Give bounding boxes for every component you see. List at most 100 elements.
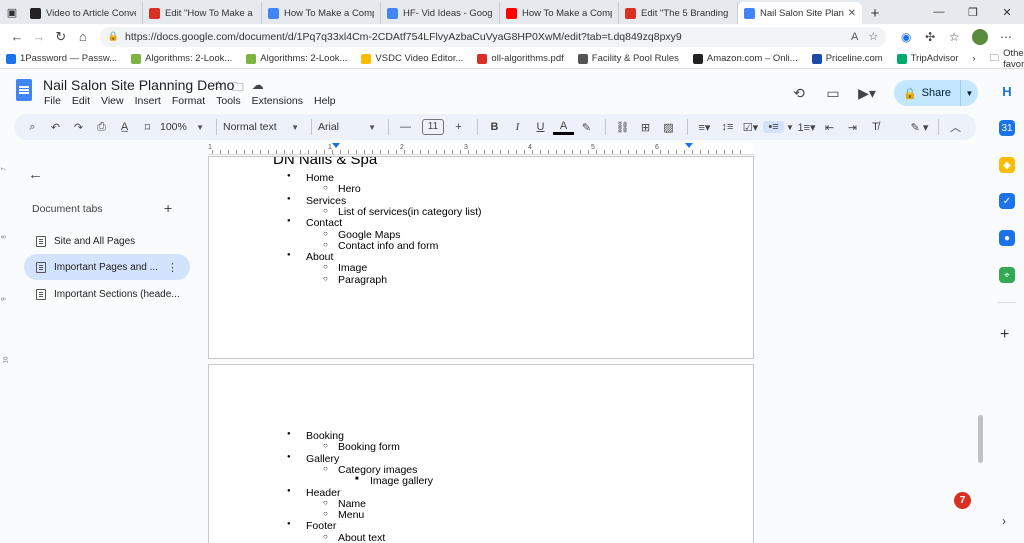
menu-item-help[interactable]: Help [314,95,336,107]
font-select[interactable]: Arial ▼ [318,121,376,133]
add-comment-icon[interactable]: ⊞ [635,121,656,134]
list-item[interactable]: About text [323,532,385,543]
tasks-icon[interactable]: ✓ [999,193,1015,209]
browser-tab[interactable]: Edit "The 5 Branding C [619,2,738,24]
document-title[interactable]: Nail Salon Site Planning Demo [43,77,234,93]
align-icon[interactable]: ≡▾ [694,121,715,134]
list-item[interactable]: Paragraph [323,274,387,286]
clear-formatting-icon[interactable]: T̸ [865,121,886,133]
menu-item-file[interactable]: File [44,95,61,107]
document-tab-item[interactable]: Important Sections (heade... [24,281,190,307]
line-spacing-icon[interactable]: ↕≡ [717,121,738,133]
favorites-icon[interactable]: ☆ [942,30,966,44]
list-item[interactable]: Image [323,262,367,274]
editing-mode-icon[interactable]: ✎ ▾ [909,121,930,134]
notification-badge[interactable]: 7 [954,492,971,509]
history-icon[interactable]: ⟲ [782,85,816,102]
menu-item-edit[interactable]: Edit [72,95,90,107]
checklist-icon[interactable]: ☑▾ [740,121,761,134]
right-indent-marker[interactable] [685,143,693,148]
browser-tab[interactable]: Video to Article Conve [24,2,143,24]
url-input[interactable]: 🔒 https://docs.google.com/document/d/1Pq… [99,26,887,47]
document-heading[interactable]: DN Nails & Spa [273,157,377,168]
add-addon-icon[interactable]: + [1000,326,1009,344]
list-item[interactable]: Services [287,195,346,207]
share-button[interactable]: 🔒 Share ▼ [894,80,978,106]
bookmark-item[interactable]: 1Password — Passw... [6,53,117,64]
hubspot-icon[interactable]: H [999,83,1015,99]
menu-item-view[interactable]: View [101,95,124,107]
menu-item-format[interactable]: Format [172,95,205,107]
close-tab-icon[interactable]: ✕ [848,8,856,19]
document-page[interactable]: DN Nails & Spa HomeHeroServicesList of s… [208,156,754,359]
underline-icon[interactable]: U [530,121,551,133]
spellcheck-icon[interactable]: A̲ [114,121,135,133]
list-item[interactable]: Google Maps [323,229,401,241]
other-favorites[interactable]: Other favorites [1003,48,1024,70]
font-size-input[interactable]: 11 [422,119,444,135]
favorite-star-icon[interactable]: ☆ [868,30,878,43]
document-tab-item[interactable]: Important Pages and ... ⋮ [24,254,190,280]
chevron-right-icon[interactable]: › [1002,514,1006,528]
collapse-toolbar-icon[interactable]: ︿ [945,119,966,135]
document-tab-item[interactable]: Site and All Pages [24,228,190,254]
tab-actions-icon[interactable]: ▣ [0,0,24,24]
read-aloud-icon[interactable]: A [851,31,858,43]
home-icon[interactable]: ⌂ [72,29,94,44]
undo-icon[interactable]: ↶ [45,121,66,134]
decrease-indent-icon[interactable]: ⇤ [819,121,840,134]
contacts-icon[interactable]: ● [999,230,1015,246]
print-icon[interactable]: ⎙ [91,121,112,134]
extension-icon[interactable]: ◉ [894,30,918,44]
meet-icon[interactable]: ▶▾ [850,85,884,102]
list-item[interactable]: Header [287,487,341,499]
bookmark-item[interactable]: VSDC Video Editor... [361,53,463,64]
list-item[interactable]: Hero [323,183,361,195]
keep-icon[interactable]: ◆ [999,157,1015,173]
insert-image-icon[interactable]: ▨ [658,121,679,134]
browser-tab[interactable]: Edit "How To Make a C [143,2,262,24]
add-tab-icon[interactable]: + [164,200,172,216]
back-icon[interactable]: ← [6,29,28,44]
redo-icon[interactable]: ↷ [68,121,89,134]
style-select[interactable]: Normal text ▼ [223,121,299,133]
list-item[interactable]: Menu [323,509,364,521]
list-item[interactable]: Booking form [323,441,400,453]
list-item[interactable]: Contact info and form [323,240,438,252]
close-window-icon[interactable]: ✕ [990,0,1024,24]
list-item[interactable]: List of services(in category list) [323,206,481,218]
list-item[interactable]: Home [287,172,334,184]
bookmark-item[interactable]: TripAdvisor [896,53,958,64]
scrollbar-thumb[interactable] [978,415,983,463]
profile-avatar[interactable] [972,28,989,45]
share-dropdown-icon[interactable]: ▼ [960,80,978,106]
new-tab-button[interactable]: + [862,2,888,24]
paint-format-icon[interactable]: ⌑ [137,121,158,134]
document-page[interactable]: BookingBooking formGalleryCategory image… [208,364,754,543]
menu-item-extensions[interactable]: Extensions [252,95,303,107]
list-item[interactable]: Booking [287,430,344,442]
browser-tab[interactable]: How To Make a Compl [262,2,381,24]
bookmark-item[interactable]: oll-algorithms.pdf [477,53,564,64]
browser-tab[interactable]: HF- Vid Ideas - Google [381,2,500,24]
more-options-icon[interactable]: ⋮ [167,261,178,274]
lock-icon[interactable]: 🔒 [108,31,119,42]
bulleted-list-dropdown-icon[interactable]: ▼ [786,123,794,132]
decrease-font-size-icon[interactable]: — [395,121,416,133]
docs-logo-icon[interactable] [16,79,32,101]
refresh-icon[interactable]: ↻ [50,29,72,45]
browser-tab[interactable]: Nail Salon Site Plannin ✕ [738,2,862,24]
list-item[interactable]: Gallery [287,453,339,465]
chevron-right-icon[interactable]: › [972,53,975,64]
bookmark-item[interactable]: Facility & Pool Rules [577,53,679,64]
menu-dots-icon[interactable]: ⋯ [994,30,1018,44]
list-item[interactable]: Image gallery [355,475,433,487]
menu-item-insert[interactable]: Insert [135,95,161,107]
menu-item-tools[interactable]: Tools [216,95,241,107]
list-item[interactable]: About [287,251,334,263]
italic-icon[interactable]: I [507,121,528,133]
list-item[interactable]: Contact [287,217,342,229]
bold-icon[interactable]: B [484,121,505,133]
browser-tab[interactable]: How To Make a Compl [500,2,619,24]
list-item[interactable]: Category images [323,464,417,476]
